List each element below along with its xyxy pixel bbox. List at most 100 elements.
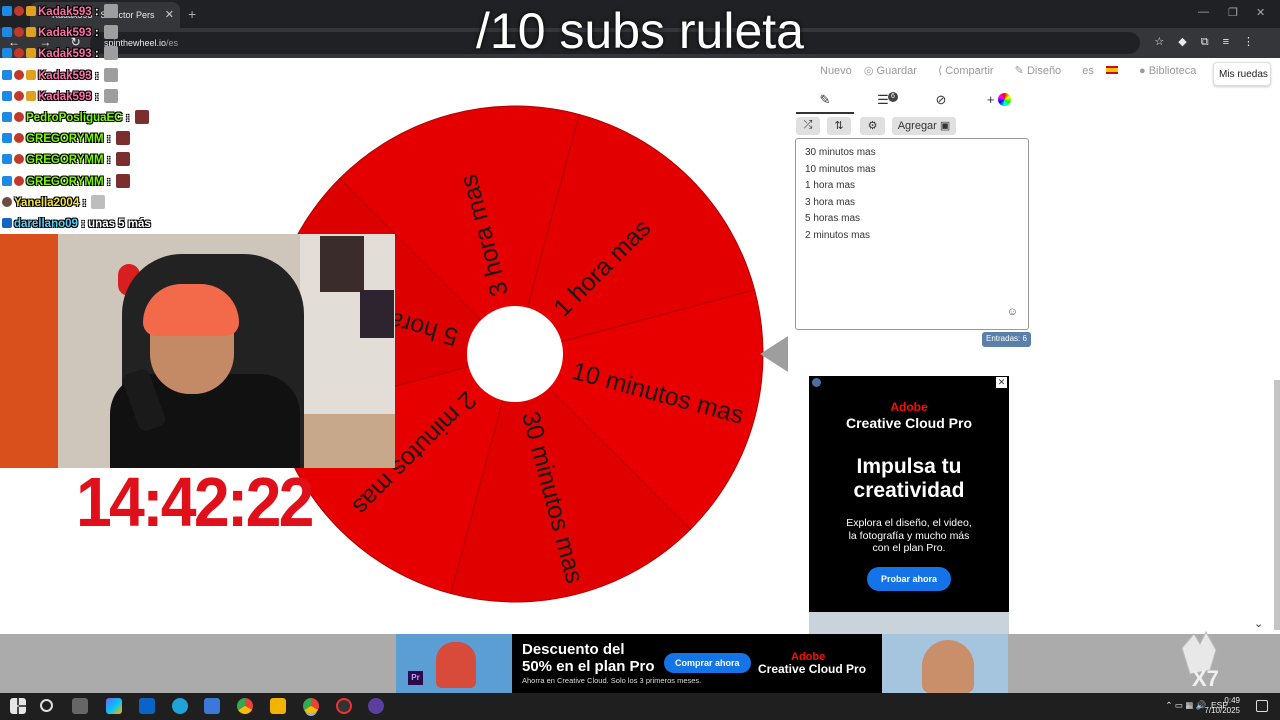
sort-button[interactable]: ⇅ (827, 117, 851, 135)
add-image-button[interactable]: Agregar ▣ (892, 117, 956, 135)
entry-line: 3 hora mas (805, 196, 856, 208)
chat-username: PedroPosliguaEC (26, 111, 123, 124)
chat-message: GREGORYMM : (2, 129, 262, 150)
copilot-icon[interactable] (106, 698, 122, 714)
results-badge: 6 (888, 92, 898, 102)
chat-emote-icon (134, 109, 149, 124)
language-selector[interactable]: es (1082, 65, 1127, 77)
task-view-icon[interactable] (72, 698, 88, 714)
poster-image (360, 290, 394, 338)
entry-line: 2 minutos mas (805, 229, 871, 241)
scrollbar[interactable] (1274, 380, 1280, 630)
shuffle-button[interactable]: ⤮ (796, 117, 820, 135)
editor-tabs: ✎ ☰ 6 ⊘ + (796, 92, 1028, 114)
chat-badge-icon (2, 69, 12, 80)
entries-count: Entradas: 6 (982, 332, 1031, 347)
chevron-down-icon[interactable]: ⌄ (1254, 617, 1263, 630)
chat-message: darellano09 : unas 5 más (2, 214, 262, 235)
chrome-icon[interactable] (237, 698, 253, 714)
ad-product: Creative Cloud Pro (845, 415, 973, 431)
app-icon[interactable] (368, 698, 384, 714)
chat-badge-icon (14, 90, 24, 101)
svg-text:X7: X7 (1192, 666, 1219, 690)
chat-badge-icon (14, 133, 24, 144)
chat-username: GREGORYMM (26, 154, 104, 167)
diseno-link[interactable]: ✎ Diseño (1015, 65, 1071, 77)
chat-badge-icon (14, 69, 24, 80)
chat-text: : (103, 133, 114, 146)
chat-text: : (103, 154, 114, 167)
chrome-active-icon[interactable] (303, 698, 319, 714)
chat-emote-icon (91, 194, 106, 209)
outlook-icon[interactable] (139, 698, 155, 714)
ad-close-icon[interactable]: ✕ (996, 377, 1007, 388)
ad-right[interactable]: ✕ Adobe Creative Cloud Pro Impulsa tu cre… (809, 376, 1009, 634)
clock[interactable]: 0:49 7/10/2025 (1204, 696, 1240, 716)
tab-edit-icon[interactable]: ✎ (796, 92, 854, 114)
chat-text: : (122, 111, 133, 124)
ad-bottom-sub: Ahorra en Creative Cloud. Solo los 3 pri… (522, 676, 702, 685)
nuevo-link[interactable]: Nuevo (820, 65, 852, 77)
chat-badge-icon (2, 90, 12, 101)
chat-badge-icon (14, 154, 24, 165)
search-icon[interactable] (40, 699, 53, 712)
chat-emote-icon (115, 173, 130, 188)
webcam-feed (0, 234, 395, 468)
ad-brand: Adobe (890, 400, 928, 414)
site-header: Nuevo ◎ Guardar ⟨ Compartir ✎ Diseño es … (820, 64, 1280, 86)
emoji-icon[interactable]: ☺ (1007, 304, 1018, 321)
chat-username: GREGORYMM (26, 133, 104, 146)
chat-username: Kadak593 (38, 90, 92, 103)
chat-message: GREGORYMM : (2, 150, 262, 171)
stream-timer: 14:42:22 (76, 463, 314, 541)
chat-badge-icon (2, 196, 12, 207)
chat-username: darellano09 (14, 217, 78, 230)
notification-icon[interactable] (1256, 700, 1268, 712)
biblioteca-link[interactable]: ● Biblioteca (1139, 65, 1205, 77)
ad-photo: Pr (396, 634, 512, 693)
chat-emote-icon (115, 131, 130, 146)
stream-title: /10 subs ruleta (476, 3, 804, 59)
windows-start-icon[interactable] (10, 698, 26, 714)
chat-badge-icon (26, 90, 36, 101)
compartir-link[interactable]: ⟨ Compartir (938, 65, 1003, 77)
store-icon[interactable] (204, 698, 220, 714)
chat-emote-icon (115, 152, 130, 167)
chat-message: PedroPosliguaEC : (2, 108, 262, 129)
entry-line: 1 hora mas (805, 180, 856, 192)
tab-hide-icon[interactable]: ⊘ (912, 92, 970, 114)
obs-icon[interactable] (336, 698, 352, 714)
chat-badge-icon (2, 154, 12, 165)
ad-bottom-product: Creative Cloud Pro (758, 662, 867, 676)
ad-rider-image (436, 642, 476, 688)
chat-emote-icon (103, 67, 118, 82)
edge-icon[interactable] (172, 698, 188, 714)
wheel-hub[interactable] (467, 306, 563, 402)
entry-line: 10 minutos mas (805, 163, 876, 175)
ad-bottom-cta-button[interactable]: Comprar ahora (664, 653, 751, 673)
guardar-link[interactable]: ◎ Guardar (864, 65, 926, 77)
entries-textarea[interactable]: 30 minutos mas 10 minutos mas 1 hora mas 3 … (795, 138, 1029, 330)
tab-results-icon[interactable]: ☰ 6 (854, 92, 912, 114)
file-explorer-icon[interactable] (270, 698, 286, 714)
chat-message: GREGORYMM : (2, 172, 262, 193)
entry-line: 30 minutos mas (805, 147, 876, 158)
tab-add-color-icon[interactable]: + (970, 92, 1028, 114)
ad-cta-button[interactable]: Probar ahora (866, 566, 952, 591)
ad-bottom-photo (882, 634, 1008, 693)
ai-button[interactable]: ⚙ (860, 117, 885, 135)
taskbar: ⌃ ▭ ▦ 🔊 ESP 0:49 7/10/2025 (0, 693, 1280, 720)
chat-text: : (79, 196, 90, 209)
chat-badge-icon (2, 133, 12, 144)
chat-username: Kadak593 (38, 69, 92, 82)
ad-body: Explora el diseño, el video, la fotografí… (846, 517, 972, 554)
mis-ruedas-button[interactable]: Mis ruedas (1213, 62, 1271, 86)
poster-image (320, 236, 364, 292)
ad-bottom[interactable]: Pr Descuento del 50% en el plan Pro Ahorr… (396, 634, 1008, 693)
ad-info-icon[interactable] (812, 378, 821, 387)
chat-message: Yanella2004 : (2, 193, 262, 214)
chat-badge-icon (2, 111, 12, 122)
spain-flag-icon (1105, 66, 1118, 74)
chat-text: : (91, 69, 102, 82)
ad-image (809, 612, 1009, 634)
